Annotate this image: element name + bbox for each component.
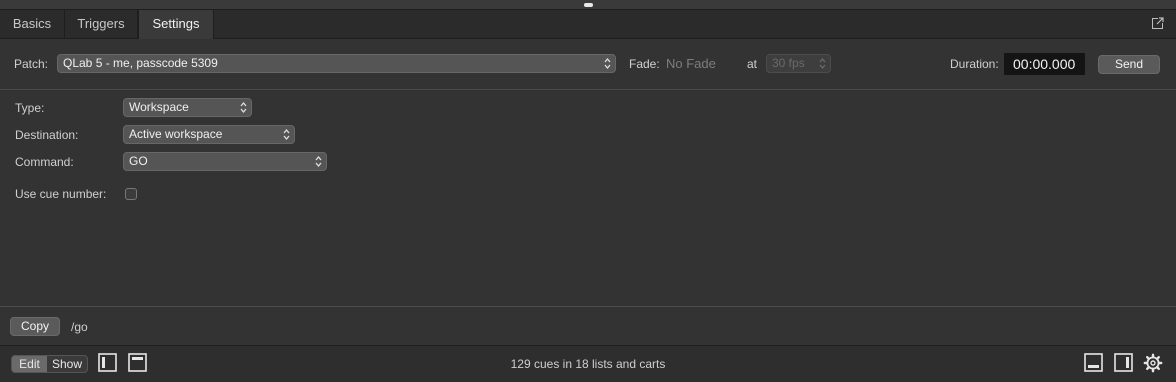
osc-address-bar: Copy /go [0, 306, 1176, 346]
gear-icon[interactable] [1143, 353, 1163, 373]
fade-value: No Fade [666, 56, 716, 71]
copy-button[interactable]: Copy [10, 317, 60, 336]
patch-select[interactable]: QLab 5 - me, passcode 5309 [57, 54, 616, 73]
chevron-updown-icon [819, 57, 826, 70]
chevron-updown-icon [283, 128, 290, 141]
chevron-updown-icon [604, 57, 611, 70]
patch-label: Patch: [14, 57, 49, 71]
command-label: Command: [15, 155, 74, 169]
window-top-strip [0, 0, 1176, 10]
fps-value: 30 fps [772, 56, 805, 70]
use-cue-number-label: Use cue number: [15, 187, 107, 201]
right-sidebar-icon[interactable] [1114, 353, 1134, 373]
destination-select[interactable]: Active workspace [123, 125, 295, 144]
resize-grip[interactable] [584, 3, 593, 7]
tab-triggers[interactable]: Triggers [65, 10, 138, 38]
send-button[interactable]: Send [1098, 55, 1160, 74]
command-value: GO [129, 154, 148, 168]
patch-value: QLab 5 - me, passcode 5309 [63, 56, 218, 70]
destination-value: Active workspace [129, 127, 223, 141]
cue-count-summary: 129 cues in 18 lists and carts [510, 357, 666, 371]
type-select[interactable]: Workspace [123, 98, 252, 117]
fps-select[interactable]: 30 fps [766, 54, 831, 73]
inspector-tab-bar: Basics Triggers Settings [0, 10, 1176, 39]
duration-field[interactable]: 00:00.000 [1004, 53, 1085, 75]
type-value: Workspace [129, 100, 189, 114]
type-label: Type: [15, 101, 45, 115]
popout-icon[interactable] [1152, 17, 1164, 29]
destination-label: Destination: [15, 128, 79, 142]
chevron-updown-icon [240, 101, 247, 114]
duration-label: Duration: [950, 57, 999, 71]
patch-row: Patch: QLab 5 - me, passcode 5309 Fade: … [0, 39, 1176, 90]
tab-basics[interactable]: Basics [0, 10, 65, 38]
fade-label: Fade: [629, 57, 660, 71]
osc-address: /go [71, 320, 88, 334]
use-cue-number-checkbox[interactable] [125, 188, 137, 200]
at-label: at [747, 57, 758, 71]
chevron-updown-icon [315, 155, 322, 168]
bottom-panel-icon[interactable] [1084, 353, 1104, 373]
command-select[interactable]: GO [123, 152, 327, 171]
status-bar: Edit Show 129 cues in 18 lists and carts [0, 346, 1176, 382]
tab-settings[interactable]: Settings [138, 10, 214, 39]
